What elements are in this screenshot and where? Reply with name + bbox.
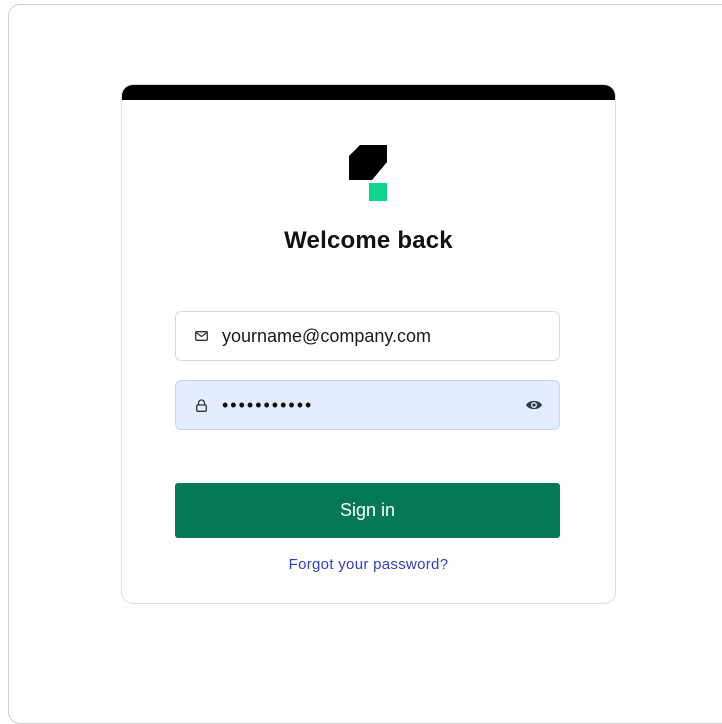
- page-title: Welcome back: [284, 227, 453, 254]
- login-card: Welcome back ••••••••••• Sign in Forgot …: [121, 84, 616, 604]
- brand-logo-icon: [349, 145, 387, 201]
- card-top-bar: [122, 85, 615, 100]
- password-field[interactable]: •••••••••••: [175, 380, 560, 430]
- eye-icon[interactable]: [525, 398, 543, 412]
- email-input[interactable]: [222, 312, 559, 360]
- lock-icon: [194, 398, 208, 412]
- email-field[interactable]: [175, 311, 560, 361]
- forgot-password-link[interactable]: Forgot your password?: [122, 556, 615, 573]
- password-input[interactable]: •••••••••••: [222, 395, 525, 416]
- mail-icon: [194, 329, 208, 343]
- sign-in-button[interactable]: Sign in: [175, 483, 560, 538]
